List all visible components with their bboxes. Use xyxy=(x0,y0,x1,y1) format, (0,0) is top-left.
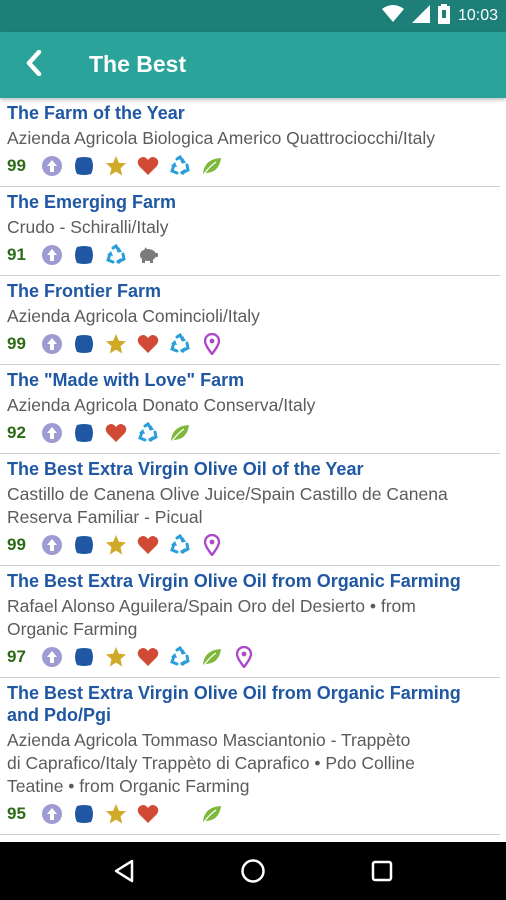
award-details-row: 97 xyxy=(7,645,500,669)
award-list[interactable]: The Farm of the Year Azienda Agricola Bio… xyxy=(0,98,506,842)
score-value: 91 xyxy=(7,245,26,264)
nav-recents-button[interactable] xyxy=(357,846,407,896)
feature-icons xyxy=(39,155,224,177)
score-value: 99 xyxy=(7,334,26,353)
award-winner: Azienda Agricola Comincioli/Italy xyxy=(7,306,260,326)
olive-jar-icon xyxy=(71,422,96,444)
award-details-row: 95 xyxy=(7,802,500,826)
recycle-icon xyxy=(135,422,160,444)
leaf-icon xyxy=(199,803,224,825)
score-value: 97 xyxy=(7,647,26,666)
feature-icons xyxy=(39,422,192,444)
star-icon xyxy=(103,534,128,556)
award-winner: Castillo de Canena Olive Juice/Spain Cas… xyxy=(7,484,448,527)
score-value: 99 xyxy=(7,156,26,175)
recycle-icon xyxy=(167,646,192,668)
award-item[interactable]: The Best Extra Virgin Olive Oil from Org… xyxy=(0,566,500,678)
arrow-up-icon xyxy=(39,333,64,355)
heart-icon xyxy=(103,422,128,444)
feature-icons xyxy=(39,803,224,825)
award-title: The Farm of the Year xyxy=(7,103,185,123)
heart-icon xyxy=(135,534,160,556)
status-time: 10:03 xyxy=(457,7,498,24)
award-details-row: 99 xyxy=(7,154,500,178)
status-bar: 10:03 xyxy=(0,0,506,32)
award-winner: Azienda Agricola Biologica Americo Quatt… xyxy=(7,128,435,148)
arrow-up-icon xyxy=(39,646,64,668)
star-icon xyxy=(103,333,128,355)
award-item[interactable]: The "Made with Love" Farm Azienda Agricol… xyxy=(0,365,500,454)
award-item[interactable]: The Best Extra Virgin Olive Oil of the Y… xyxy=(0,454,500,566)
award-details-row: 99 xyxy=(7,533,500,557)
olive-jar-icon xyxy=(71,244,96,266)
award-winner: Azienda Agricola Tommaso Masciantonio - … xyxy=(7,730,415,796)
feature-icons xyxy=(39,333,224,355)
recycle-icon xyxy=(167,155,192,177)
battery-icon xyxy=(437,3,450,29)
back-arrow-icon xyxy=(24,49,44,81)
navigation-bar xyxy=(0,842,506,900)
award-title: The Emerging Farm xyxy=(7,192,177,212)
arrow-up-icon xyxy=(39,803,64,825)
award-title: The Frontier Farm xyxy=(7,281,162,301)
heart-icon xyxy=(135,333,160,355)
signal-icon xyxy=(411,4,430,28)
leaf-icon xyxy=(199,646,224,668)
award-title: The Best Extra Virgin Olive Oil from Org… xyxy=(7,683,461,725)
location-pin-icon xyxy=(199,333,224,355)
award-item[interactable]: The Farm of the Year Azienda Agricola Bio… xyxy=(0,98,500,187)
heart-icon xyxy=(135,803,160,825)
wifi-icon xyxy=(381,4,404,28)
recycle-icon xyxy=(103,244,128,266)
feature-icons xyxy=(39,646,256,668)
olive-jar-icon xyxy=(71,803,96,825)
arrow-up-icon xyxy=(39,534,64,556)
leaf-icon xyxy=(167,422,192,444)
location-pin-icon xyxy=(231,646,256,668)
award-details-row: 92 xyxy=(7,421,500,445)
award-details-row: 99 xyxy=(7,332,500,356)
award-details-row: 91 xyxy=(7,243,500,267)
award-item[interactable]: The Emerging Farm Crudo - Schiralli/Italy… xyxy=(0,187,500,276)
award-item[interactable]: The Frontier Farm Azienda Agricola Cominc… xyxy=(0,276,500,365)
back-button[interactable] xyxy=(14,45,54,85)
page-title: The Best xyxy=(89,51,187,77)
olive-jar-icon xyxy=(71,534,96,556)
nav-back-button[interactable] xyxy=(99,846,149,896)
app-bar: The Best xyxy=(0,32,506,98)
award-title: The Best Extra Virgin Olive Oil from Org… xyxy=(7,571,461,591)
score-value: 95 xyxy=(7,804,26,823)
award-title: The Best Extra Virgin Olive Oil of the Y… xyxy=(7,459,364,479)
nav-home-button[interactable] xyxy=(228,846,278,896)
heart-icon xyxy=(135,155,160,177)
score-value: 92 xyxy=(7,423,26,442)
recycle-icon xyxy=(167,333,192,355)
award-item[interactable]: The Best Extra Virgin Olive Oil from Org… xyxy=(0,678,500,835)
star-icon xyxy=(103,155,128,177)
location-pin-icon xyxy=(199,534,224,556)
recycle-icon xyxy=(167,534,192,556)
feature-icons xyxy=(39,244,160,266)
award-winner: Rafael Alonso Aguilera/Spain Oro del Des… xyxy=(7,596,416,639)
award-title: The "Made with Love" Farm xyxy=(7,370,245,390)
olive-jar-icon xyxy=(71,646,96,668)
award-winner: Crudo - Schiralli/Italy xyxy=(7,217,169,237)
score-value: 99 xyxy=(7,535,26,554)
feature-icons xyxy=(39,534,224,556)
arrow-up-icon xyxy=(39,155,64,177)
piggy-bank-icon xyxy=(135,244,160,266)
award-item[interactable]: The Best Extra Virgin Olive Oil - Extrac… xyxy=(0,835,500,842)
arrow-up-icon xyxy=(39,244,64,266)
olive-jar-icon xyxy=(71,333,96,355)
heart-icon xyxy=(135,646,160,668)
olive-jar-icon xyxy=(71,155,96,177)
star-icon xyxy=(103,803,128,825)
star-icon xyxy=(103,646,128,668)
award-winner: Azienda Agricola Donato Conserva/Italy xyxy=(7,395,316,415)
arrow-up-icon xyxy=(39,422,64,444)
leaf-icon xyxy=(199,155,224,177)
icon-spacer xyxy=(167,803,192,825)
